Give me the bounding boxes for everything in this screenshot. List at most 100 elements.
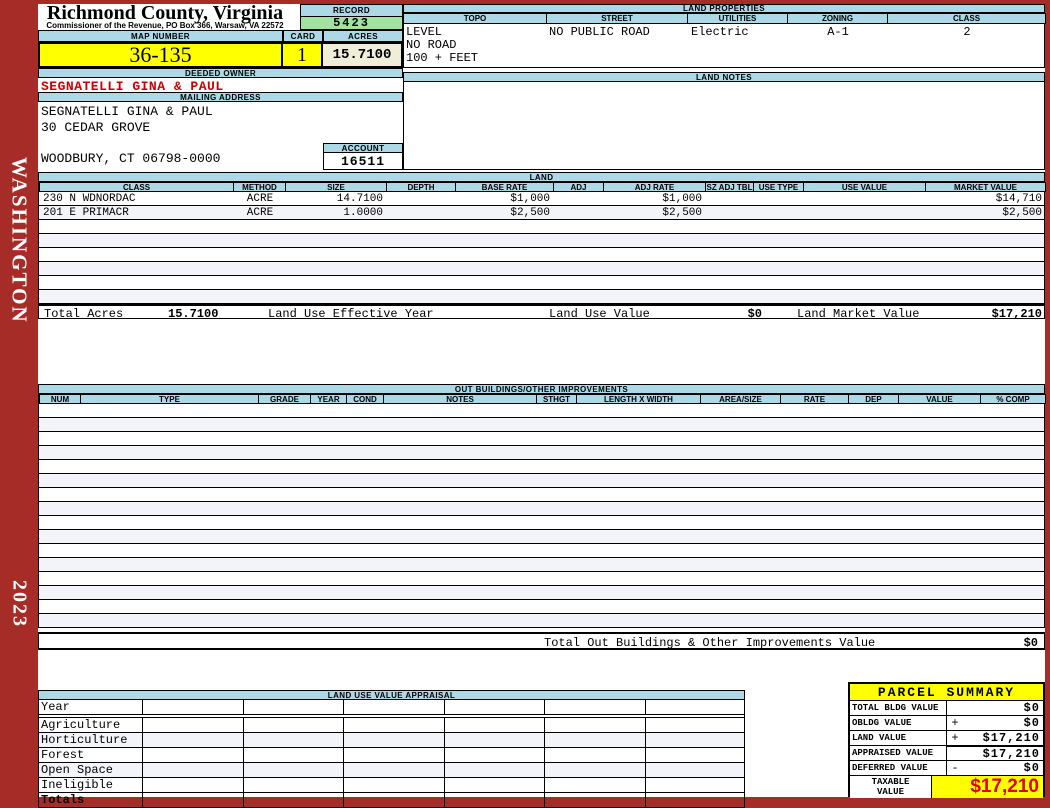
column-header: TYPE bbox=[81, 394, 259, 404]
map-number-label: MAP NUMBER bbox=[38, 30, 283, 42]
land-total-item: Land Market Value bbox=[797, 307, 920, 321]
account-box: ACCOUNT 16511 bbox=[323, 143, 403, 170]
column-header: ADJ bbox=[554, 182, 604, 192]
out-buildings-title: OUT BUILDINGS/OTHER IMPROVEMENTS bbox=[38, 384, 1045, 394]
land-totals-row: Total Acres 15.7100 Land Use Effective Yea… bbox=[38, 304, 1045, 321]
record-box: RECORD 5423 bbox=[300, 4, 403, 30]
appraisal-cell bbox=[344, 793, 445, 807]
appraisal-row: Agriculture bbox=[39, 718, 744, 733]
column-header: SZ ADJ TBL bbox=[706, 182, 754, 192]
taxable-label-line: VALUE bbox=[876, 787, 904, 797]
column-header: VALUE bbox=[899, 394, 981, 404]
taxable-label-line: TAXABLE bbox=[871, 777, 910, 787]
appraisal-row-label: Year bbox=[39, 700, 143, 714]
column-header: UTILITIES bbox=[688, 13, 788, 24]
out-building-empty-row bbox=[39, 446, 1044, 460]
table-cell: $1,000 bbox=[510, 192, 550, 205]
appraisal-cell bbox=[646, 763, 746, 777]
parcel-row-value: $17,210 bbox=[963, 746, 1043, 761]
appraisal-cell bbox=[545, 763, 646, 777]
table-cell: $2,500 bbox=[662, 206, 702, 219]
appraisal-row-label: Open Space bbox=[39, 763, 143, 777]
column-header: AREA/SIZE bbox=[701, 394, 781, 404]
appraisal-cell bbox=[244, 700, 344, 714]
appraisal-cell bbox=[646, 718, 746, 732]
land-empty-row bbox=[39, 262, 1044, 276]
appraisal-cell bbox=[244, 763, 344, 777]
land-total-item: Land Use Value bbox=[549, 307, 650, 321]
column-header: MARKET VALUE bbox=[926, 182, 1046, 192]
parcel-summary-row: APPRAISED VALUE $17,210 bbox=[850, 746, 1043, 761]
taxable-value-label: TAXABLE VALUE bbox=[850, 776, 932, 798]
parcel-row-label: DEFERRED VALUE bbox=[850, 761, 947, 776]
out-building-empty-row bbox=[39, 516, 1044, 530]
parcel-summary-row: OBLDG VALUE + $0 bbox=[850, 716, 1043, 731]
out-building-empty-row bbox=[39, 558, 1044, 572]
taxable-value-amount: $17,210 bbox=[932, 776, 1043, 798]
land-notes-box bbox=[403, 82, 1045, 170]
out-building-empty-row bbox=[39, 502, 1044, 516]
land-row: 201 E PRIMACR ACRE 1.0000 $2,500 $2,500 $2,50… bbox=[39, 206, 1044, 220]
card-label: CARD bbox=[283, 30, 323, 42]
parcel-row-value: $17,210 bbox=[963, 731, 1043, 746]
parcel-row-operator bbox=[947, 701, 963, 716]
parcel-row-operator bbox=[947, 746, 963, 761]
sidebar-county-watermark: WASHINGTON bbox=[7, 157, 32, 324]
land-properties-values: LEVEL NO ROAD 100 + FEET NO PUBLIC ROAD Elec… bbox=[404, 24, 1044, 67]
parcel-summary-title: PARCEL SUMMARY bbox=[850, 684, 1043, 701]
appraisal-cell bbox=[244, 793, 344, 807]
property-record-card: Richmond County, Virginia Commissioner o… bbox=[38, 2, 1046, 808]
land-empty-row bbox=[39, 276, 1044, 290]
land-total-item: 15.7100 bbox=[168, 307, 219, 321]
appraisal-cell bbox=[445, 778, 545, 792]
column-header: GRADE bbox=[259, 394, 311, 404]
out-building-empty-row bbox=[39, 572, 1044, 586]
parcel-row-label: LAND VALUE bbox=[850, 731, 947, 746]
out-buildings-total-value: $0 bbox=[1023, 636, 1038, 650]
parcel-row-operator: + bbox=[947, 716, 963, 731]
column-header: STREET bbox=[547, 13, 688, 24]
appraisal-cell bbox=[445, 733, 545, 747]
column-header: NOTES bbox=[384, 394, 537, 404]
acres-value: 15.7100 bbox=[323, 42, 403, 68]
appraisal-cell bbox=[143, 778, 244, 792]
land-properties-headers: TOPO STREET UTILITIES ZONING CLASS bbox=[404, 13, 1046, 24]
topo-value: NO ROAD bbox=[406, 38, 457, 52]
appraisal-cell bbox=[646, 793, 746, 807]
land-empty-row bbox=[39, 220, 1044, 234]
column-header: RATE bbox=[781, 394, 849, 404]
column-header: YEAR bbox=[311, 394, 347, 404]
sidebar-year-label: 2023 bbox=[8, 580, 31, 628]
out-building-empty-row bbox=[39, 530, 1044, 544]
parcel-summary-row: LAND VALUE + $17,210 bbox=[850, 731, 1043, 746]
parcel-summary-box: PARCEL SUMMARY TOTAL BLDG VALUE $0 OBLDG V… bbox=[848, 682, 1045, 798]
parcel-summary-row: TOTAL BLDG VALUE $0 bbox=[850, 701, 1043, 716]
land-empty-row bbox=[39, 234, 1044, 248]
appraisal-cell bbox=[445, 793, 545, 807]
out-building-empty-row bbox=[39, 404, 1044, 418]
county-title-block: Richmond County, Virginia Commissioner o… bbox=[44, 2, 286, 30]
land-total-item: $0 bbox=[747, 307, 762, 321]
table-cell: $2,500 bbox=[510, 206, 550, 219]
appraisal-cell bbox=[445, 718, 545, 732]
column-header: STHGT bbox=[537, 394, 577, 404]
appraisal-row-label: Horticulture bbox=[39, 733, 143, 747]
out-buildings-total-label: Total Out Buildings & Other Improvements… bbox=[544, 636, 876, 650]
appraisal-cell bbox=[445, 748, 545, 762]
appraisal-row: Year bbox=[39, 700, 744, 715]
column-header: ADJ RATE bbox=[604, 182, 706, 192]
county-title: Richmond County, Virginia bbox=[46, 2, 284, 24]
zoning-value: A-1 bbox=[827, 25, 849, 39]
column-header: USE TYPE bbox=[754, 182, 804, 192]
appraisal-row: Horticulture bbox=[39, 733, 744, 748]
column-header: COND bbox=[347, 394, 384, 404]
appraisal-cell bbox=[344, 700, 445, 714]
appraisal-cell bbox=[344, 733, 445, 747]
appraisal-cell bbox=[143, 718, 244, 732]
column-header: DEPTH bbox=[387, 182, 456, 192]
appraisal-cell bbox=[545, 700, 646, 714]
parcel-row-label: TOTAL BLDG VALUE bbox=[850, 701, 947, 716]
column-header: DEP bbox=[849, 394, 899, 404]
appraisal-cell bbox=[646, 778, 746, 792]
appraisal-row: Forest bbox=[39, 748, 744, 763]
